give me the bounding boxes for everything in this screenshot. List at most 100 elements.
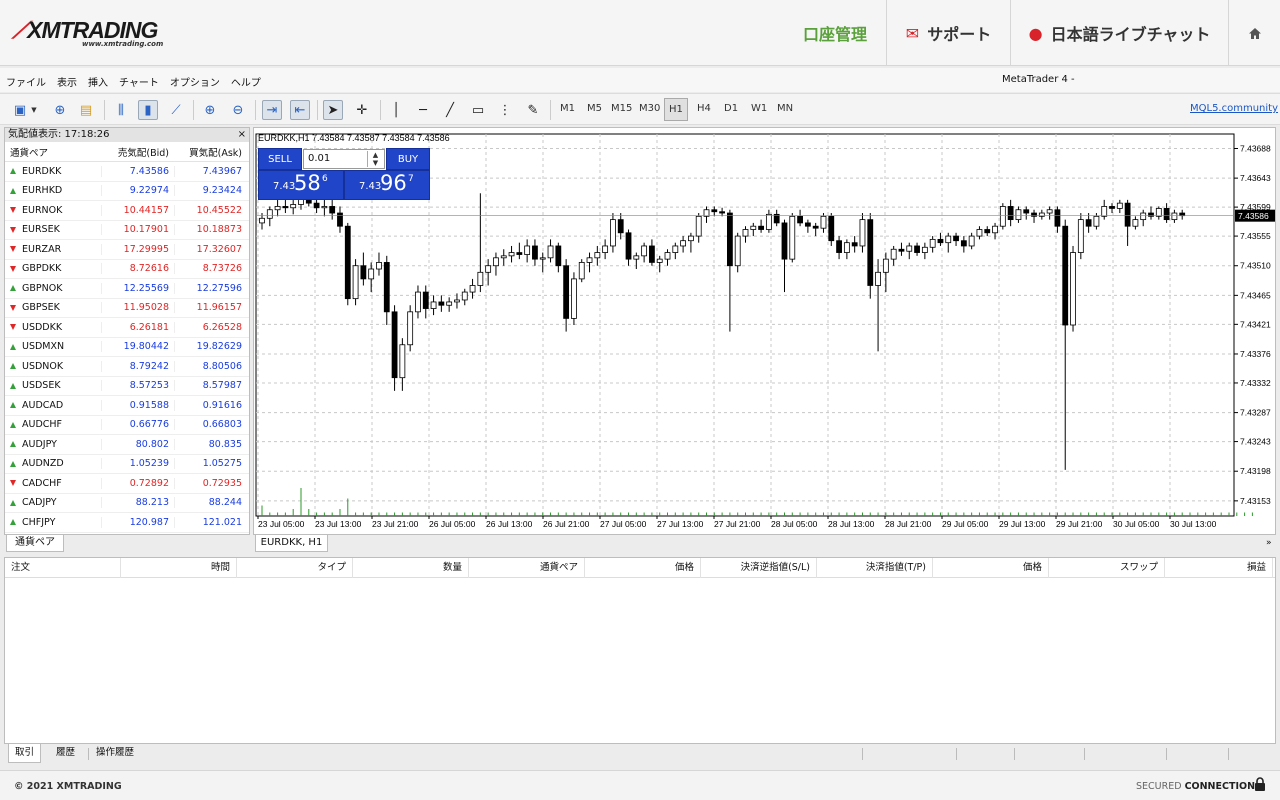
fibonacci-icon[interactable]: ⋮ <box>495 100 515 120</box>
orders-column-header[interactable]: 注文 <box>5 557 121 578</box>
tab-trade[interactable]: 取引 <box>8 744 42 763</box>
orders-column-header[interactable]: タイプ <box>237 557 353 578</box>
shapes-icon[interactable]: ✎ <box>523 100 543 120</box>
market-watch-row[interactable]: AUDNZD 1.05239 1.05275 <box>5 455 249 474</box>
mql5-community-link[interactable]: MQL5.community <box>1190 103 1278 114</box>
nav-account-management[interactable]: 口座管理 <box>784 0 886 66</box>
orders-column-header[interactable]: 数量 <box>353 557 469 578</box>
tf-mn[interactable]: MN <box>777 103 793 114</box>
close-icon[interactable]: × <box>238 128 246 142</box>
new-chart-icon[interactable]: ▣ <box>10 100 30 120</box>
xmtrading-logo[interactable]: ⟋XMTRADING www.xmtrading.com <box>12 18 172 54</box>
tf-h1[interactable]: H1 <box>664 98 688 121</box>
chart-shift-icon[interactable]: ⇤ <box>290 100 310 120</box>
nav-live-chat[interactable]: ● 日本語ライブチャット <box>1010 0 1228 66</box>
add-profile-icon[interactable]: ⊕ <box>50 100 70 120</box>
candle-body <box>999 206 1006 227</box>
buy-price[interactable]: 7.43 96 7 <box>344 170 430 200</box>
market-watch-row[interactable]: GBPDKK 8.72616 8.73726 <box>5 260 249 279</box>
market-watch-row[interactable]: CADJPY 88.213 88.244 <box>5 494 249 513</box>
nav-home[interactable] <box>1228 0 1280 66</box>
market-watch-row[interactable]: AUDCHF 0.66776 0.66803 <box>5 416 249 435</box>
market-watch-row[interactable]: EURDKK 7.43586 7.43967 <box>5 162 249 182</box>
market-watch-row[interactable]: EURSEK 10.17901 10.18873 <box>5 221 249 240</box>
tab-history[interactable]: 履歴 <box>50 744 81 763</box>
nav-support[interactable]: ✉ サポート <box>886 0 1010 66</box>
market-watch-row[interactable]: USDMXN 19.80442 19.82629 <box>5 338 249 357</box>
buy-button[interactable]: BUY <box>386 148 430 170</box>
line-chart-icon[interactable]: ⟋ <box>166 100 186 120</box>
tf-m30[interactable]: M30 <box>639 103 660 114</box>
tf-w1[interactable]: W1 <box>751 103 767 114</box>
tab-journal[interactable]: 操作履歴 <box>90 744 140 763</box>
col-ask[interactable]: 買気配(Ask) <box>174 145 247 159</box>
tf-m5[interactable]: M5 <box>587 103 602 114</box>
menu-options[interactable]: オプション <box>164 68 225 89</box>
market-watch-row[interactable]: AUDJPY 80.802 80.835 <box>5 435 249 455</box>
market-watch-row[interactable]: GBPSEK 11.95028 11.96157 <box>5 299 249 318</box>
tab-currency-pairs[interactable]: 通貨ペア <box>6 535 64 552</box>
ask-cell: 8.80506 <box>174 360 247 372</box>
orders-column-header[interactable]: 損益 <box>1165 557 1273 578</box>
orders-column-header[interactable]: 決済逆指値(S/L) <box>701 557 817 578</box>
text-label-icon[interactable]: ▭ <box>468 100 488 120</box>
candle-body <box>625 232 632 260</box>
menu-insert[interactable]: 挿入 <box>82 68 113 89</box>
bid-cell: 7.43586 <box>101 165 174 177</box>
col-symbol[interactable]: 通貨ペア <box>5 145 101 159</box>
menu-help[interactable]: ヘルプ <box>225 68 266 89</box>
market-watch-row[interactable]: EURZAR 17.29995 17.32607 <box>5 240 249 260</box>
tf-d1[interactable]: D1 <box>724 103 738 114</box>
market-watch-row[interactable]: AUDCAD 0.91588 0.91616 <box>5 396 249 416</box>
candlestick-icon[interactable]: ▮ <box>138 100 158 120</box>
orders-column-header[interactable]: 時間 <box>121 557 237 578</box>
zoom-in-icon[interactable]: ⊕ <box>200 100 220 120</box>
lot-size-input[interactable]: 0.01 ▲ ▼ <box>303 149 385 169</box>
vertical-line-icon[interactable]: │ <box>386 100 406 120</box>
auto-scroll-icon[interactable]: ⇥ <box>262 100 282 120</box>
bid-cell: 12.25569 <box>101 282 174 294</box>
sell-button[interactable]: SELL <box>258 148 302 170</box>
lot-spinner-icon[interactable]: ▲ ▼ <box>367 151 383 167</box>
market-watch-row[interactable]: USDDKK 6.26181 6.26528 <box>5 318 249 338</box>
tab-chart-eurdkk-h1[interactable]: EURDKK, H1 <box>255 535 328 552</box>
candle-body <box>859 219 866 247</box>
nav-account-label: 口座管理 <box>802 25 867 44</box>
orders-column-header[interactable]: 決済指値(T/P) <box>817 557 933 578</box>
dropdown-arrow-icon[interactable]: ▼ <box>29 100 39 120</box>
trend-line-icon[interactable]: ╱ <box>440 100 460 120</box>
tf-m15[interactable]: M15 <box>611 103 632 114</box>
symbol-cell: GBPDKK <box>5 263 101 274</box>
market-watch-row[interactable]: USDNOK 8.79242 8.80506 <box>5 357 249 377</box>
market-watch-row[interactable]: USDSEK 8.57253 8.57987 <box>5 377 249 396</box>
logo-url: www.xmtrading.com <box>82 40 164 48</box>
sell-price[interactable]: 7.43 58 6 <box>258 170 344 200</box>
orders-column-header[interactable]: 価格 <box>585 557 701 578</box>
more-tabs-icon[interactable]: » <box>1266 538 1272 548</box>
candle-body <box>493 257 499 267</box>
cursor-icon[interactable]: ➤ <box>323 100 343 120</box>
menu-file[interactable]: ファイル <box>0 68 51 89</box>
orders-column-header[interactable]: 通貨ペア <box>469 557 585 578</box>
market-watch-row[interactable]: EURNOK 10.44157 10.45522 <box>5 201 249 221</box>
horizontal-line-icon[interactable]: ─ <box>413 100 433 120</box>
menu-view[interactable]: 表示 <box>51 68 82 89</box>
symbol-label: EURDKK <box>22 165 62 177</box>
col-bid[interactable]: 売気配(Bid) <box>101 145 174 159</box>
zoom-out-icon[interactable]: ⊖ <box>228 100 248 120</box>
market-watch-row[interactable]: EURHKD 9.22974 9.23424 <box>5 182 249 201</box>
market-watch-row[interactable]: CHFJPY 120.987 121.021 <box>5 513 249 533</box>
menu-chart[interactable]: チャート <box>113 68 164 89</box>
orders-column-header[interactable]: スワップ <box>1049 557 1165 578</box>
market-watch-icon[interactable]: ▤ <box>76 100 96 120</box>
orders-column-header[interactable]: 価格 <box>933 557 1049 578</box>
tf-h4[interactable]: H4 <box>697 103 711 114</box>
tf-m1[interactable]: M1 <box>560 103 575 114</box>
y-tick-label: 7.43332 <box>1240 378 1271 388</box>
arrow-up-icon <box>10 519 16 526</box>
market-watch-row[interactable]: CADCHF 0.72892 0.72935 <box>5 474 249 494</box>
market-watch-row[interactable]: GBPNOK 12.25569 12.27596 <box>5 279 249 299</box>
crosshair-icon[interactable]: ✛ <box>352 100 372 120</box>
bar-chart-icon[interactable]: ⫼ <box>111 100 131 120</box>
symbol-label: GBPSEK <box>22 302 60 314</box>
